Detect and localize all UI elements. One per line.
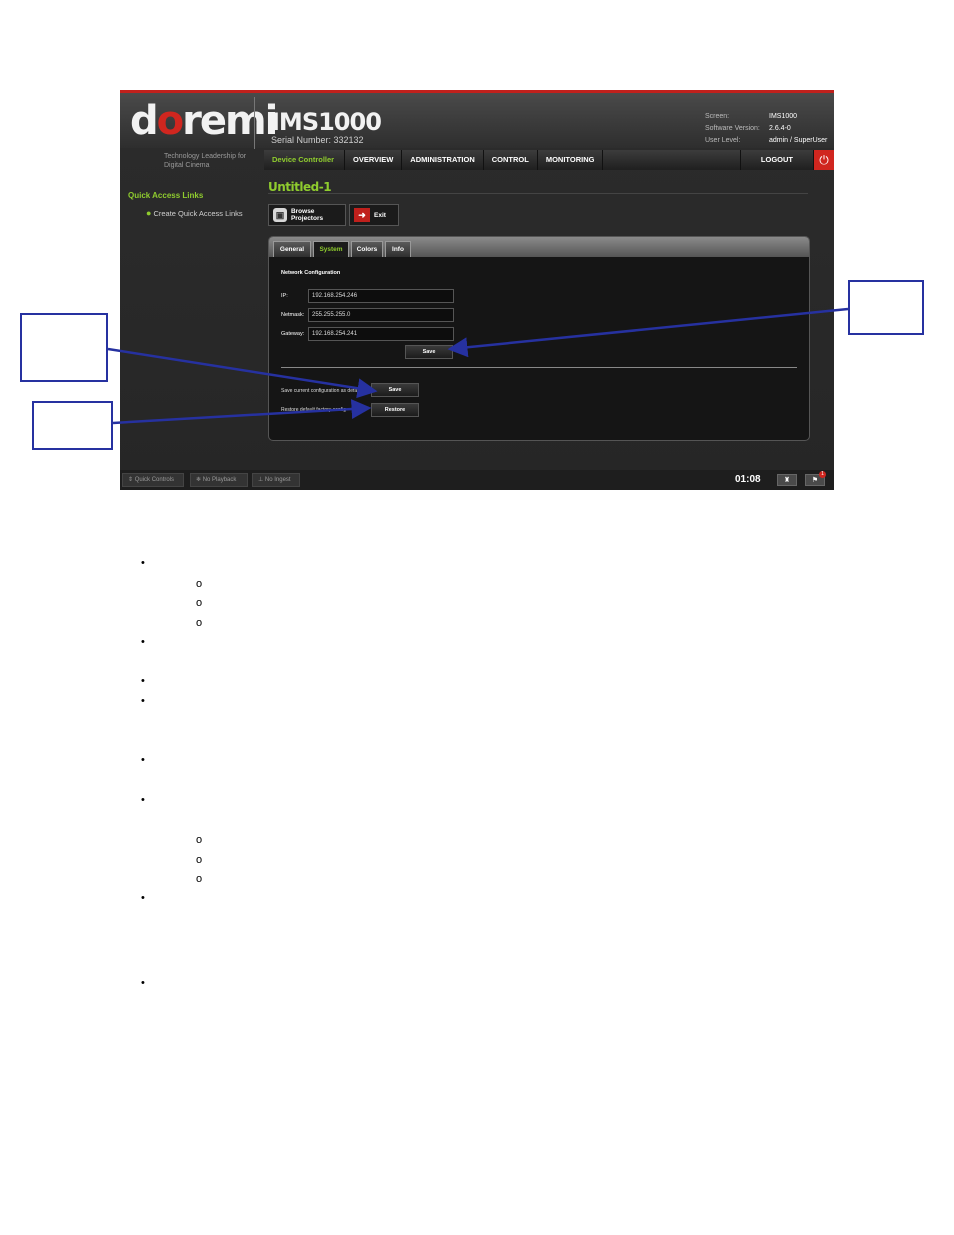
- callout-box-right: [848, 280, 924, 335]
- serial-number: Serial Number: 332132: [271, 135, 364, 145]
- browse-projectors-button[interactable]: ▣ Browse Projectors: [268, 204, 346, 226]
- exit-button[interactable]: ➜ Exit: [349, 204, 399, 226]
- user-level-label: User Level:: [705, 137, 741, 144]
- screen-label: Screen:: [705, 113, 730, 120]
- tab-bar: General System Colors Info: [269, 237, 809, 257]
- quick-access-title: Quick Access Links: [128, 191, 204, 200]
- bullet-marker: •: [141, 977, 145, 989]
- app-header: doremi IMS1000 Serial Number: 332132 Scr…: [120, 90, 834, 149]
- title-divider: [268, 193, 808, 194]
- bullet-marker: •: [141, 636, 145, 648]
- projector-icon: ▣: [273, 208, 287, 222]
- clock: 01:08: [735, 474, 761, 485]
- bullet-marker: •: [141, 695, 145, 707]
- netmask-row: Netmask:: [281, 308, 454, 322]
- netmask-field[interactable]: [308, 308, 454, 322]
- user-icon[interactable]: ♜: [777, 474, 797, 486]
- logout-button[interactable]: LOGOUT: [739, 150, 814, 170]
- bullet-marker: •: [141, 675, 145, 687]
- bullet-marker: •: [141, 754, 145, 766]
- screen-value: IMS1000: [769, 113, 798, 120]
- restore-button[interactable]: Restore: [371, 403, 419, 417]
- callout-box-left-upper: [20, 313, 108, 382]
- software-version-value: 2.6.4-0: [769, 125, 791, 132]
- callout-box-left-lower: [32, 401, 113, 450]
- nav-control[interactable]: CONTROL: [484, 150, 538, 170]
- screenshot: doremi IMS1000 Serial Number: 332132 Scr…: [120, 90, 834, 490]
- gateway-field[interactable]: [308, 327, 454, 341]
- settings-panel: General System Colors Info Network Confi…: [268, 236, 810, 441]
- bullet-marker: •: [141, 557, 145, 569]
- ingest-icon: ⊥: [258, 477, 265, 483]
- device-name: IMS1000: [271, 108, 382, 136]
- sub-bullet-marker: o: [196, 873, 203, 885]
- save-default-text: Save current configuration as default: [281, 388, 363, 394]
- tab-colors[interactable]: Colors: [351, 241, 383, 257]
- nav-administration[interactable]: ADMINISTRATION: [402, 150, 484, 170]
- sub-bullet-marker: o: [196, 834, 203, 846]
- no-ingest-button[interactable]: ⊥ No Ingest: [252, 473, 300, 487]
- sub-bullet-marker: o: [196, 597, 203, 609]
- tab-general[interactable]: General: [273, 241, 311, 257]
- nav-monitoring[interactable]: MONITORING: [538, 150, 604, 170]
- nav-device-controller[interactable]: Device Controller: [264, 150, 345, 170]
- sub-bullet-marker: o: [196, 617, 203, 629]
- user-level-value: admin / SuperUser: [769, 137, 828, 144]
- quick-controls-label: Quick Controls: [134, 477, 175, 483]
- restore-default-text: Restore default factory config: [281, 407, 347, 413]
- browse-projectors-label: Browse Projectors: [290, 208, 324, 222]
- gateway-label: Gateway:: [281, 331, 305, 337]
- gateway-row: Gateway:: [281, 327, 454, 341]
- bullet-marker: •: [141, 794, 145, 806]
- device-info: Screen: IMS1000 Software Version: 2.6.4-0 …: [705, 111, 827, 147]
- network-section-title: Network Configuration: [281, 270, 341, 276]
- no-playback-button[interactable]: ❄ No Playback: [190, 473, 248, 487]
- tab-system[interactable]: System: [313, 241, 349, 257]
- netmask-label: Netmask:: [281, 312, 305, 318]
- header-divider: [254, 97, 255, 149]
- ip-row: IP:: [281, 289, 454, 303]
- no-playback-label: No Playback: [202, 477, 237, 483]
- create-quick-access-label: Create Quick Access Links: [153, 208, 243, 218]
- notification-badge: 1: [819, 471, 826, 478]
- sub-bullet-marker: o: [196, 854, 203, 866]
- playback-icon: ❄: [196, 477, 203, 483]
- bullet-marker: •: [141, 892, 145, 904]
- no-ingest-label: No Ingest: [264, 477, 291, 483]
- main-nav: Device Controller OVERVIEW ADMINISTRATIO…: [264, 150, 834, 170]
- create-quick-access-link[interactable]: ● Create Quick Access Links: [146, 208, 243, 218]
- page-title: Untitled-1: [268, 180, 332, 194]
- section-divider: [281, 367, 797, 368]
- network-save-button[interactable]: Save: [405, 345, 453, 359]
- status-bar: ⇕ Quick Controls ❄ No Playback ⊥ No Inge…: [120, 470, 834, 490]
- exit-icon: ➜: [354, 208, 370, 222]
- ip-field[interactable]: [308, 289, 454, 303]
- ip-label: IP:: [281, 293, 288, 299]
- tagline: Technology Leadership for Digital Cinema: [164, 153, 247, 169]
- link-add-icon: ●: [146, 208, 152, 218]
- tab-info[interactable]: Info: [385, 241, 411, 257]
- sub-bullet-marker: o: [196, 578, 203, 590]
- power-icon[interactable]: ⏻: [814, 150, 834, 170]
- save-default-button[interactable]: Save: [371, 383, 419, 397]
- software-version-label: Software Version:: [705, 125, 760, 132]
- nav-overview[interactable]: OVERVIEW: [345, 150, 403, 170]
- quick-controls-button[interactable]: ⇕ Quick Controls: [122, 473, 184, 487]
- quick-controls-icon: ⇕: [128, 477, 135, 483]
- exit-label: Exit: [374, 211, 386, 219]
